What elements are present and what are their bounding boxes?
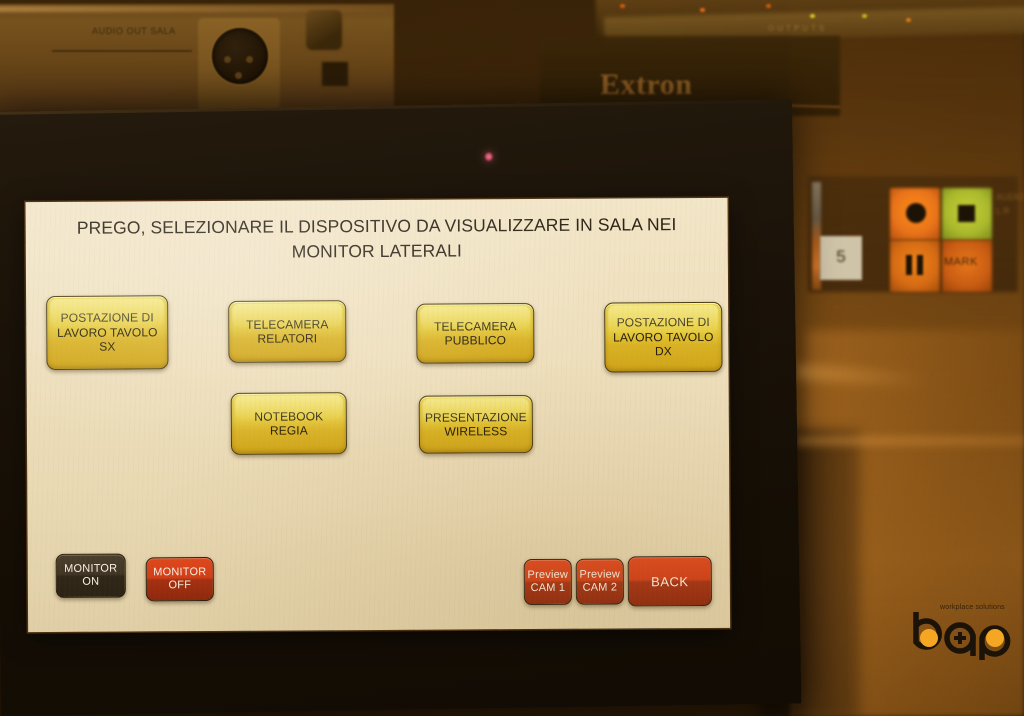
rack-led	[766, 4, 771, 8]
rack-outputs-label: OUTPUTS	[768, 24, 828, 33]
stop-square-icon	[958, 205, 975, 222]
pause-bar-icon	[906, 255, 912, 275]
recorder-side-label: AUDIO L R	[996, 192, 1024, 216]
source-camera-audience[interactable]: TELECAMERA PUBBLICO	[416, 303, 535, 364]
preview-cam-1-button[interactable]: Preview CAM 1	[523, 558, 572, 606]
extron-brand-label: Extron	[600, 68, 693, 101]
pause-button	[890, 240, 940, 292]
source-workstation-left[interactable]: POSTAZIONE DI LAVORO TAVOLO SX	[46, 295, 169, 371]
audio-out-label: AUDIO OUT SALA	[92, 26, 176, 36]
monitor-off-button[interactable]: MONITOR OFF	[145, 556, 214, 602]
touch-panel-bezel: PREGO, SELEZIONARE IL DISPOSITIVO DA VIS…	[0, 99, 802, 716]
back-button[interactable]: BACK	[627, 555, 712, 607]
rack-led	[906, 18, 911, 22]
recorder-channel-number: 5	[836, 247, 846, 266]
rack-panel-seam	[52, 50, 192, 52]
preview-cam-2-button[interactable]: Preview CAM 2	[575, 558, 624, 605]
recorder-channel-display: 5	[820, 236, 862, 280]
bgp-logo: workplace solutions	[908, 604, 1012, 660]
record-circle-icon	[906, 203, 926, 223]
xlr-pin	[235, 72, 242, 79]
rack-led	[700, 8, 705, 12]
shelf-edge-highlight	[796, 436, 1024, 446]
page-title: PREGO, SELEZIONARE IL DISPOSITIVO DA VIS…	[76, 214, 677, 262]
xlr-pin	[224, 56, 231, 63]
xlr-pin	[246, 56, 253, 63]
bgp-wordmark-icon	[913, 612, 1011, 660]
source-camera-speakers[interactable]: TELECAMERA RELATORI	[228, 300, 347, 363]
pause-bar-icon	[917, 255, 923, 275]
rack-led	[862, 14, 867, 18]
power-led-icon	[484, 152, 493, 162]
rack-led	[810, 14, 815, 18]
monitor-on-button[interactable]: MONITOR ON	[55, 553, 126, 598]
screenshot-scene: AUDIO OUT SALA OUTPUTS Extron 5 MARK AUD…	[0, 0, 1024, 716]
rack-led	[620, 4, 625, 8]
rack-blank-plate	[322, 62, 348, 86]
source-notebook-control[interactable]: NOTEBOOK REGIA	[230, 392, 348, 455]
source-wireless-presentation[interactable]: PRESENTAZIONE WIRELESS	[418, 395, 534, 454]
logo-tagline: workplace solutions	[940, 604, 1005, 611]
mark-button-label: MARK	[944, 256, 978, 268]
touch-screen: PREGO, SELEZIONARE IL DISPOSITIVO DA VIS…	[25, 197, 731, 633]
rack-knob	[306, 10, 342, 50]
source-workstation-right[interactable]: POSTAZIONE DI LAVORO TAVOLO DX	[604, 301, 723, 373]
